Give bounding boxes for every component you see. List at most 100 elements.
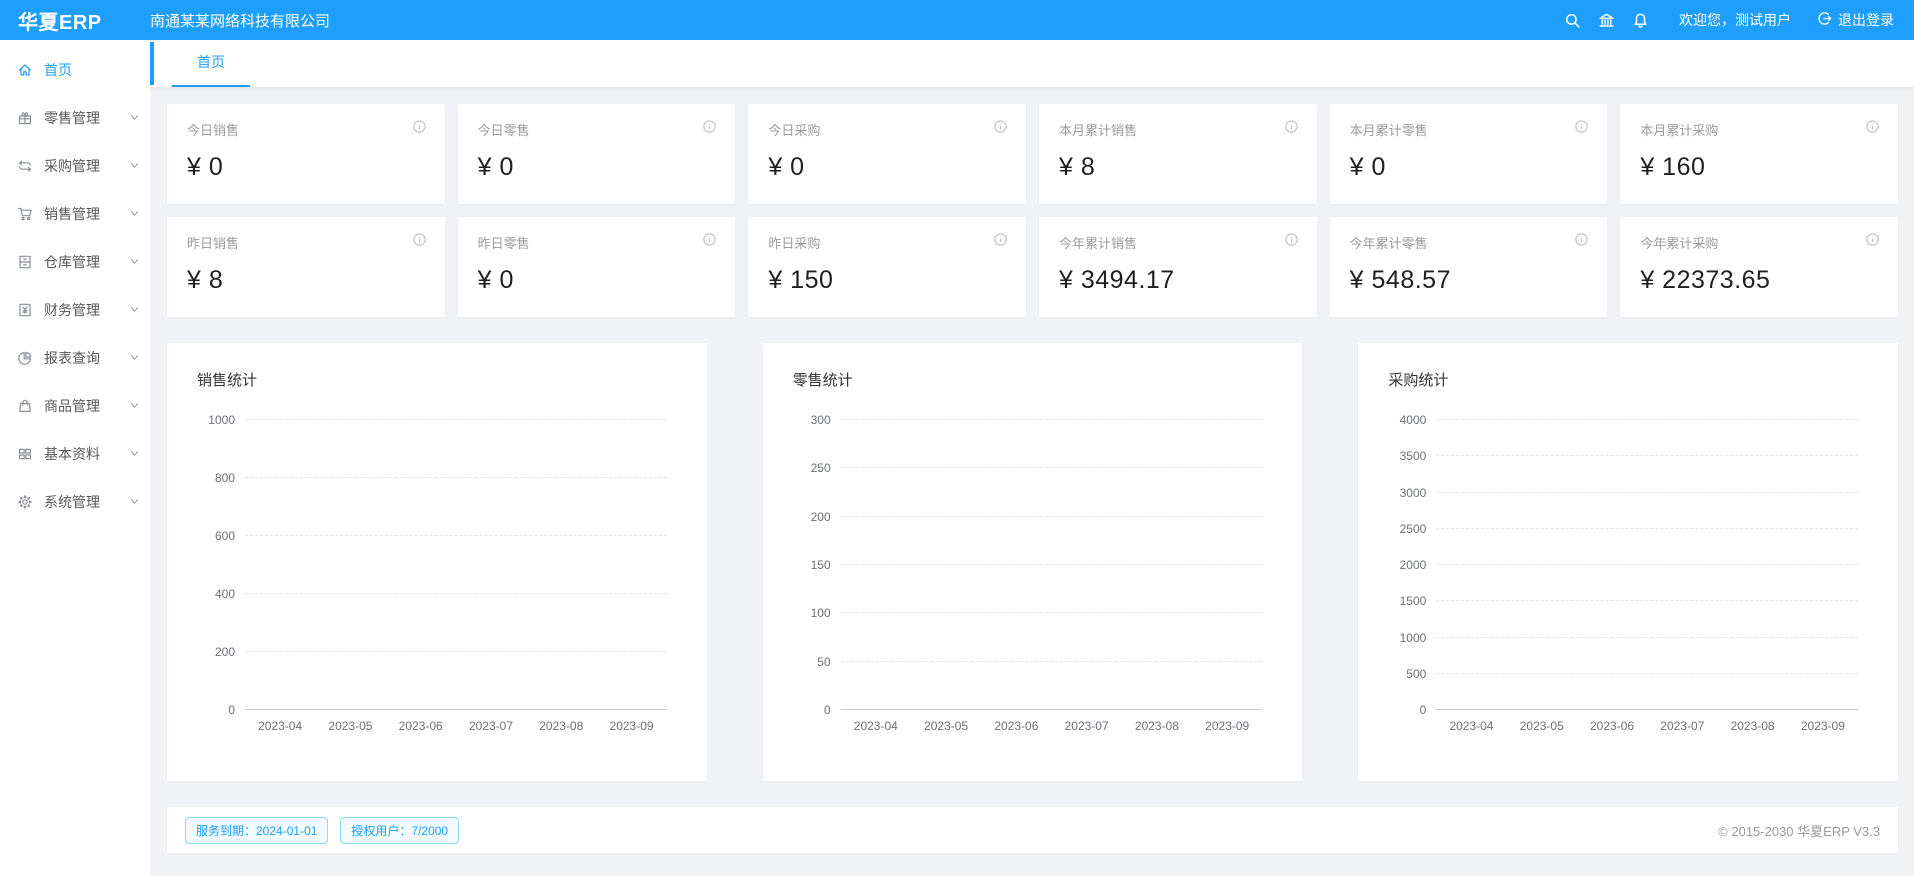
- stat-card: 本月累计销售¥ 8: [1039, 104, 1317, 204]
- stat-card-value: ¥ 0: [768, 153, 1008, 182]
- app-header: 华夏ERP 南通某某网络科技有限公司 欢迎您，测试用户 退出登录: [0, 0, 1914, 40]
- x-axis-label: 2023-06: [386, 719, 456, 733]
- chart-panel-2: 零售统计0501001502002503002023-042023-052023…: [763, 343, 1303, 781]
- bank-icon[interactable]: [1589, 0, 1623, 40]
- stat-card: 本月累计零售¥ 0: [1330, 104, 1608, 204]
- cabinet-icon: [16, 253, 34, 271]
- y-axis-tick: 200: [811, 510, 831, 524]
- sidebar-item-retail[interactable]: 零售管理: [0, 98, 150, 138]
- y-axis-tick: 1000: [208, 413, 235, 427]
- x-axis-label: 2023-04: [1436, 719, 1506, 733]
- stat-card: 今年累计销售¥ 3494.17: [1039, 217, 1317, 317]
- sidebar-item-label: 财务管理: [44, 300, 129, 320]
- y-axis-tick: 100: [811, 606, 831, 620]
- finance-icon: [16, 301, 34, 319]
- sidebar-item-goods[interactable]: 商品管理: [0, 386, 150, 426]
- info-icon[interactable]: [1284, 119, 1299, 139]
- sidebar-item-purchase[interactable]: 采购管理: [0, 146, 150, 186]
- bell-icon[interactable]: [1623, 0, 1657, 40]
- stat-card-label: 今日采购: [768, 120, 820, 139]
- stat-card-value: ¥ 8: [187, 266, 427, 295]
- sidebar-item-label: 系统管理: [44, 492, 129, 512]
- badge-service-expiry[interactable]: 服务到期：2024-01-01: [185, 817, 328, 844]
- x-axis-label: 2023-07: [1052, 719, 1122, 733]
- y-axis-tick: 1000: [1400, 631, 1427, 645]
- stat-card: 昨日销售 ¥ 8: [167, 217, 445, 317]
- sidebar-item-system[interactable]: 系统管理: [0, 482, 150, 522]
- cart-icon: [16, 205, 34, 223]
- grid-icon: [16, 445, 34, 463]
- gear-icon: [16, 493, 34, 511]
- sidebar-item-finance[interactable]: 财务管理: [0, 290, 150, 330]
- tab-home[interactable]: 首页: [172, 40, 250, 87]
- sidebar-item-label: 采购管理: [44, 156, 129, 176]
- stat-card-label: 昨日销售: [187, 233, 239, 252]
- home-icon: [16, 61, 34, 79]
- info-icon[interactable]: [702, 119, 717, 139]
- stat-card-value: ¥ 0: [187, 153, 427, 182]
- y-axis-tick: 50: [817, 655, 830, 669]
- info-icon[interactable]: [993, 119, 1008, 139]
- stat-card-label: 本月累计零售: [1350, 120, 1428, 139]
- info-icon[interactable]: [412, 119, 427, 139]
- stat-card-value: ¥ 0: [478, 266, 718, 295]
- info-icon[interactable]: [1865, 119, 1880, 139]
- chevron-down-icon: [129, 110, 140, 126]
- y-axis-tick: 400: [215, 587, 235, 601]
- x-axis-label: 2023-08: [526, 719, 596, 733]
- sidebar-item-home[interactable]: 首页: [0, 50, 150, 90]
- chart-title: 零售统计: [793, 369, 1273, 390]
- stat-card-label: 昨日零售: [478, 233, 530, 252]
- x-axis-label: 2023-06: [1577, 719, 1647, 733]
- y-axis-tick: 200: [215, 645, 235, 659]
- stat-card-label: 昨日采购: [768, 233, 820, 252]
- chevron-down-icon: [129, 398, 140, 414]
- page-footer: 服务到期：2024-01-01授权用户：7/2000 © 2015-2030 华…: [167, 807, 1898, 853]
- sidebar-item-sale[interactable]: 销售管理: [0, 194, 150, 234]
- stat-card-value: ¥ 150: [768, 266, 1008, 295]
- chevron-down-icon: [129, 494, 140, 510]
- stat-card-value: ¥ 548.57: [1350, 266, 1590, 295]
- stat-card: 本月累计采购¥ 160: [1620, 104, 1898, 204]
- info-icon[interactable]: [1865, 232, 1880, 252]
- y-axis-tick: 3500: [1400, 449, 1427, 463]
- chart-title: 采购统计: [1388, 369, 1868, 390]
- info-icon[interactable]: [1284, 232, 1299, 252]
- stat-card: 今年累计零售¥ 548.57: [1330, 217, 1608, 317]
- info-icon[interactable]: [412, 232, 427, 252]
- chart-panel-1: 销售统计020040060080010002023-042023-052023-…: [167, 343, 707, 781]
- stat-card: 今日零售¥ 0: [458, 104, 736, 204]
- chart-plot-area: 02004006008001000: [245, 420, 667, 710]
- chart-title: 销售统计: [197, 369, 677, 390]
- sidebar-item-basic[interactable]: 基本资料: [0, 434, 150, 474]
- sidebar-item-label: 报表查询: [44, 348, 129, 368]
- dashboard-page: 今日销售¥ 0今日零售¥ 0今日采购¥ 0本月累计销售¥ 8本月累计零售¥ 0本…: [150, 88, 1914, 876]
- piechart-icon: [16, 349, 34, 367]
- tab-bar: 首页: [150, 40, 1914, 88]
- info-icon[interactable]: [1574, 119, 1589, 139]
- x-axis-label: 2023-09: [1788, 719, 1858, 733]
- x-axis-label: 2023-09: [596, 719, 666, 733]
- sidebar-item-report[interactable]: 报表查询: [0, 338, 150, 378]
- x-axis-label: 2023-07: [456, 719, 526, 733]
- logout-button[interactable]: 退出登录: [1817, 10, 1894, 30]
- search-icon[interactable]: [1555, 0, 1589, 40]
- y-axis-tick: 150: [811, 558, 831, 572]
- chevron-down-icon: [129, 158, 140, 174]
- x-axis-label: 2023-08: [1717, 719, 1787, 733]
- stat-card-value: ¥ 8: [1059, 153, 1299, 182]
- badge-authorized-users[interactable]: 授权用户：7/2000: [340, 817, 459, 844]
- info-icon[interactable]: [1574, 232, 1589, 252]
- sidebar-item-warehouse[interactable]: 仓库管理: [0, 242, 150, 282]
- y-axis-tick: 2500: [1400, 522, 1427, 536]
- tab-accent-line: [150, 42, 154, 85]
- y-axis-tick: 800: [215, 471, 235, 485]
- y-axis-tick: 500: [1406, 667, 1426, 681]
- stat-card-grid: 今日销售¥ 0今日零售¥ 0今日采购¥ 0本月累计销售¥ 8本月累计零售¥ 0本…: [167, 104, 1898, 317]
- stat-card-label: 今日销售: [187, 120, 239, 139]
- footer-badges: 服务到期：2024-01-01 授权用户：7/2000: [185, 817, 459, 844]
- info-icon[interactable]: [993, 232, 1008, 252]
- info-icon[interactable]: [702, 232, 717, 252]
- app-logo: 华夏ERP: [0, 6, 150, 35]
- stat-card: 昨日零售 ¥ 0: [458, 217, 736, 317]
